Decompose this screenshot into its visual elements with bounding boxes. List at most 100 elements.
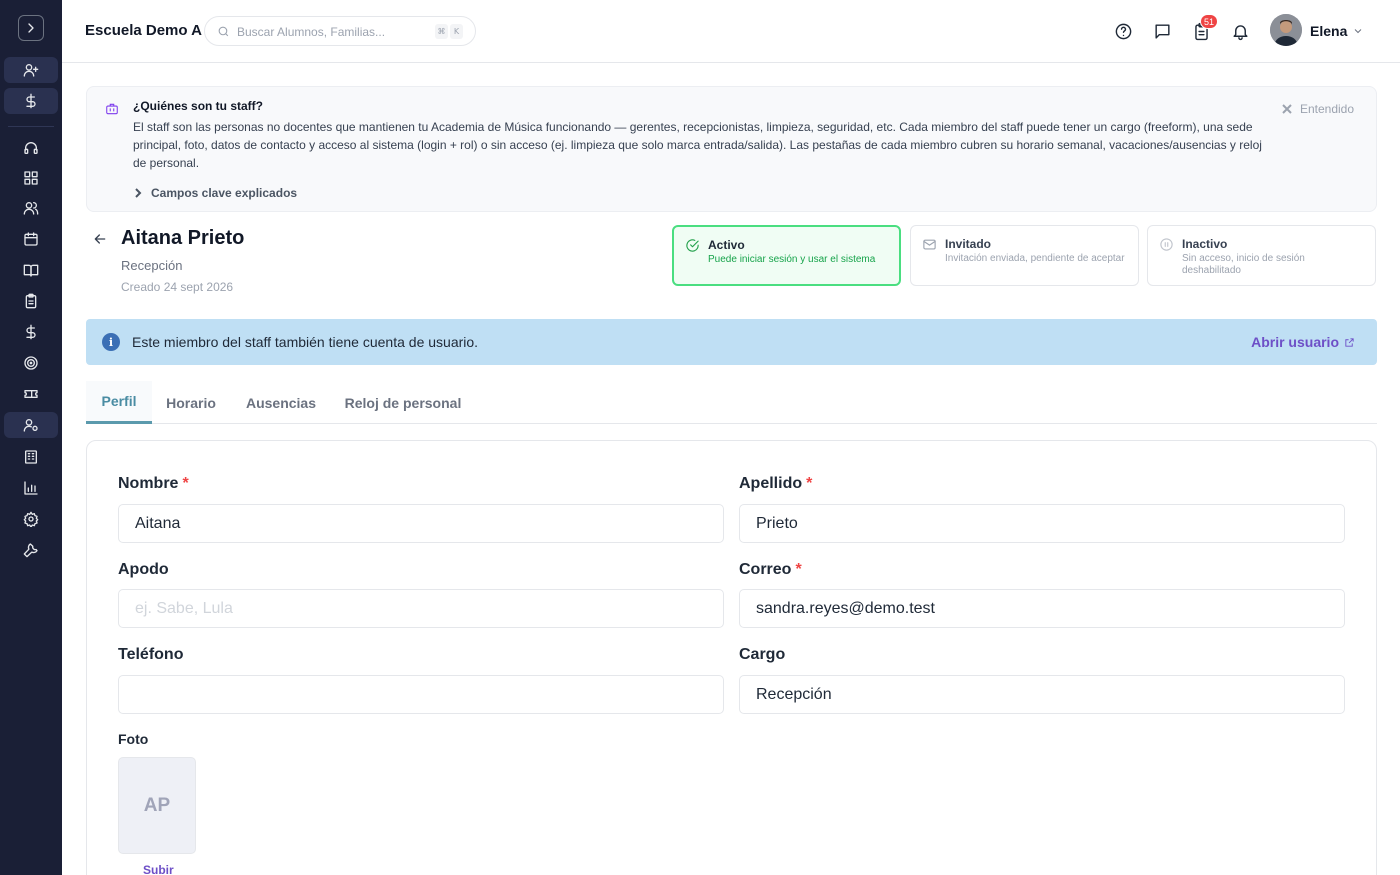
phone-label: Teléfono	[118, 646, 184, 663]
status-title: Activo	[708, 238, 745, 252]
sidebar-item-goals[interactable]	[4, 350, 58, 376]
dismiss-button[interactable]: Entendido	[1282, 102, 1354, 116]
status-description: Puede iniciar sesión y usar el sistema	[708, 254, 876, 265]
top-bar: Escuela Demo A ⌘ K 51 Elena	[62, 0, 1400, 63]
help-icon	[1115, 23, 1131, 39]
nickname-label: Apodo	[118, 561, 169, 578]
email-label: Correo *	[739, 561, 802, 579]
person-role: Recepción	[121, 258, 183, 273]
headset-icon	[24, 142, 38, 154]
user-avatar[interactable]	[1270, 14, 1302, 46]
arrow-left-icon	[94, 234, 106, 244]
pause-circle-icon	[1159, 237, 1175, 253]
sidebar-item-tools[interactable]	[4, 537, 58, 563]
back-button[interactable]	[92, 231, 110, 249]
key-fields-label: Campos clave explicados	[151, 186, 298, 200]
user-gear-icon	[23, 419, 38, 432]
search-box[interactable]: ⌘ K	[204, 16, 476, 46]
status-option-active[interactable]: Activo Puede iniciar sesión y usar el si…	[672, 225, 901, 286]
page-title: Aitana Prieto	[121, 227, 245, 249]
sidebar-item-tickets[interactable]	[4, 381, 58, 407]
photo-label: Foto	[118, 731, 149, 747]
user-name[interactable]: Elena	[1310, 23, 1347, 39]
info-title: ¿Quiénes son tu staff?	[133, 99, 264, 113]
key-fields-toggle[interactable]: Campos clave explicados	[133, 186, 297, 200]
email-input[interactable]	[739, 589, 1345, 628]
sidebar-item-settings[interactable]	[4, 506, 58, 532]
tab-absences[interactable]: Ausencias	[232, 381, 330, 424]
external-link-icon	[1345, 337, 1354, 347]
chevron-down-icon	[1354, 29, 1362, 34]
help-button[interactable]	[1112, 20, 1134, 42]
grid-icon	[24, 171, 38, 185]
sidebar-divider	[8, 126, 54, 127]
chevron-right-icon	[28, 23, 34, 33]
close-icon	[1282, 104, 1292, 114]
phone-input[interactable]	[118, 675, 724, 714]
sidebar-item-support[interactable]	[4, 135, 58, 161]
search-icon	[218, 26, 229, 37]
school-name: Escuela Demo A	[85, 22, 202, 39]
sidebar-item-add-user[interactable]	[4, 57, 58, 83]
users-icon	[23, 202, 39, 215]
banner-text: Este miembro del staff también tiene cue…	[132, 334, 479, 350]
sidebar-toggle-button[interactable]	[18, 15, 44, 41]
required-mark: *	[806, 475, 813, 492]
mail-icon	[922, 237, 938, 253]
check-circle-icon	[685, 238, 701, 254]
required-mark: *	[182, 475, 189, 492]
sidebar-item-lessons[interactable]	[4, 257, 58, 283]
sidebar-item-locations[interactable]	[4, 444, 58, 470]
required-mark: *	[795, 561, 802, 578]
bell-icon	[1232, 24, 1248, 40]
sidebar-item-calendar[interactable]	[4, 226, 58, 252]
ticket-icon	[24, 390, 38, 398]
status-title: Invitado	[945, 237, 992, 251]
sidebar-item-students[interactable]	[4, 195, 58, 221]
first-name-label: Nombre *	[118, 475, 189, 493]
briefcase-icon	[105, 102, 121, 118]
tab-schedule[interactable]: Horario	[152, 381, 230, 424]
settings-icon	[23, 511, 39, 527]
tasks-badge: 51	[1200, 14, 1219, 29]
last-name-input[interactable]	[739, 504, 1345, 543]
sidebar-item-billing[interactable]	[4, 88, 58, 114]
first-name-label-text: Nombre	[118, 475, 179, 492]
email-label-text: Correo	[739, 561, 792, 578]
upload-photo-button[interactable]: Subir	[143, 863, 174, 875]
open-user-link[interactable]: Abrir usuario	[1251, 334, 1355, 350]
status-description: Invitación enviada, pendiente de aceptar	[945, 253, 1125, 264]
search-input[interactable]	[237, 23, 427, 41]
tab-staff-clock[interactable]: Reloj de personal	[332, 381, 474, 424]
building-icon	[25, 450, 37, 464]
nickname-input[interactable]	[118, 589, 724, 628]
info-body: El staff son las personas no docentes qu…	[133, 120, 1262, 170]
sidebar-item-reports[interactable]	[4, 475, 58, 501]
sidebar-item-tasks[interactable]	[4, 288, 58, 314]
shortcut-key-k: K	[450, 24, 463, 39]
created-date: Creado 24 sept 2026	[121, 280, 234, 294]
profile-form: Nombre* Apellido* Apodo Correo* Teléfono…	[86, 440, 1377, 875]
clipboard-icon	[25, 293, 37, 309]
dismiss-label: Entendido	[1299, 102, 1354, 116]
info-icon: i	[102, 333, 120, 351]
photo-placeholder[interactable]: AP	[118, 757, 196, 854]
add-user-icon	[23, 63, 39, 77]
messages-button[interactable]	[1151, 20, 1173, 42]
book-icon	[23, 264, 39, 277]
job-title-input[interactable]	[739, 675, 1345, 714]
open-user-label: Abrir usuario	[1251, 334, 1339, 350]
user-menu-toggle[interactable]	[1352, 24, 1366, 38]
last-name-label: Apellido *	[739, 475, 812, 493]
tab-profile[interactable]: Perfil	[86, 381, 152, 424]
sidebar-item-payments[interactable]	[4, 319, 58, 345]
notifications-button[interactable]	[1229, 20, 1251, 42]
status-option-invited[interactable]: Invitado Invitación enviada, pendiente d…	[910, 225, 1139, 286]
sidebar-item-dashboard[interactable]	[4, 165, 58, 191]
job-title-label: Cargo	[739, 646, 786, 663]
sidebar-item-staff[interactable]	[4, 412, 58, 438]
staff-info-panel: ¿Quiénes son tu staff? El staff son las …	[86, 86, 1377, 212]
status-option-inactive[interactable]: Inactivo Sin acceso, inicio de sesión de…	[1147, 225, 1376, 286]
avatar-photo	[1270, 14, 1302, 46]
first-name-input[interactable]	[118, 504, 724, 543]
